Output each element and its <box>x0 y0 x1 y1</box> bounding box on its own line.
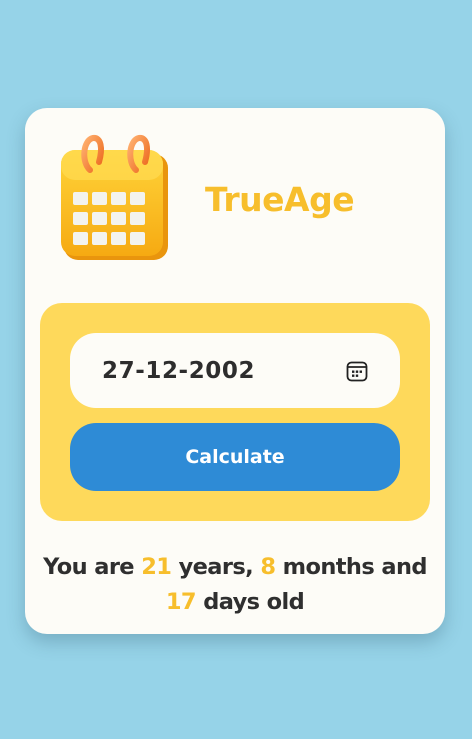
result-years: 21 <box>141 554 172 580</box>
result-days: 17 <box>165 589 197 615</box>
birth-date-value: 27-12-2002 <box>102 357 256 384</box>
result-months-label: months and <box>282 554 428 580</box>
calendar-icon <box>61 135 168 260</box>
age-calculator-card: TrueAge 27-12-2002 Calculate You are 21 … <box>25 108 445 634</box>
calculate-button[interactable]: Calculate <box>70 423 400 491</box>
result-days-label: days old <box>203 589 305 615</box>
result-months: 8 <box>260 554 276 580</box>
app-title: TrueAge <box>205 180 355 219</box>
result-years-label: years, <box>178 554 254 580</box>
result-prefix: You are <box>43 554 134 580</box>
age-result: You are 21 years, 8 months and 17 days o… <box>25 550 445 620</box>
birth-date-input[interactable]: 27-12-2002 <box>70 333 400 408</box>
input-panel: 27-12-2002 Calculate <box>40 303 430 521</box>
calendar-picker-icon[interactable] <box>346 360 368 382</box>
